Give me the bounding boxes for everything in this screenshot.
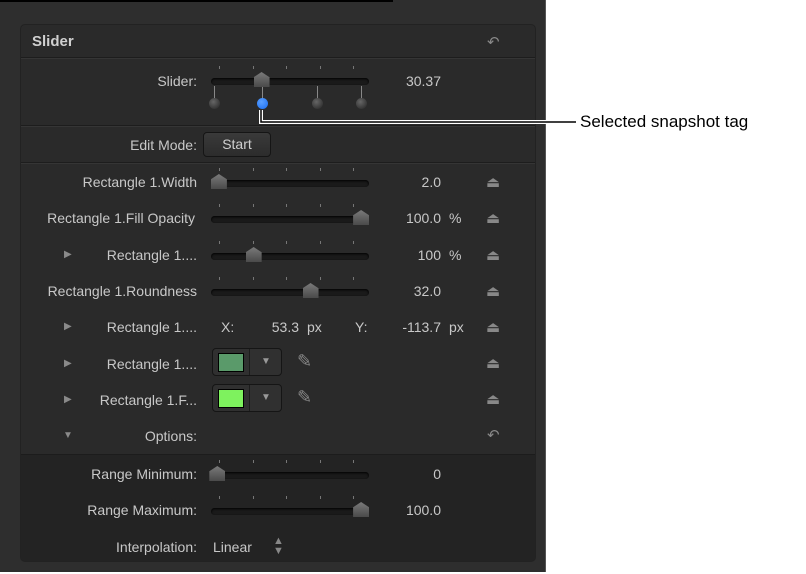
callout-label: Selected snapshot tag (580, 112, 749, 131)
callout-line (259, 110, 576, 124)
